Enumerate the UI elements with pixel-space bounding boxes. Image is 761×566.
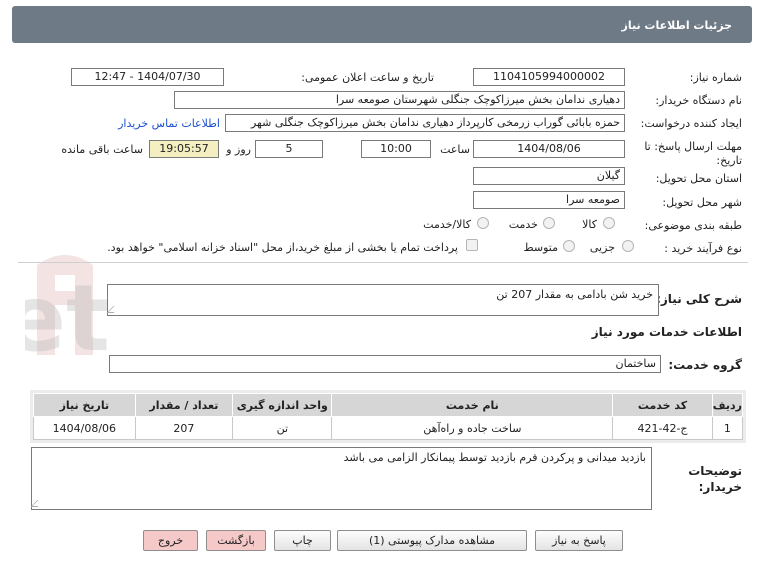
buyer-org-field[interactable]: دهیاری ندامان بخش میرزاکوچک جنگلی شهرستا… (174, 91, 625, 109)
service-group-field[interactable]: ساختمان (109, 355, 661, 373)
buyer-org-label: نام دستگاه خریدار: (655, 94, 742, 107)
remaining-time-label: ساعت باقی مانده (61, 143, 143, 156)
contact-info-link[interactable]: اطلاعات تماس خریدار (118, 117, 220, 130)
summary-textarea[interactable]: خرید شن بادامی به مقدار 207 تن (106, 284, 659, 316)
category-goods-label: کالا (582, 218, 597, 231)
buyer-notes-label-2: خریدار: (698, 480, 742, 494)
exit-button[interactable]: خروج (143, 530, 198, 551)
purchase-medium-label: متوسط (523, 241, 558, 254)
category-goods-service-label: کالا/خدمت (423, 218, 471, 231)
creator-field[interactable]: حمزه بابائی گوراب زرمخی کارپرداز دهیاری … (225, 114, 625, 132)
service-group-label: گروه خدمت: (668, 358, 742, 372)
treasury-payment-note: پرداخت تمام یا بخشی از مبلغ خرید،از محل … (107, 241, 458, 254)
purchase-medium-radio[interactable] (563, 240, 575, 252)
col-quantity: تعداد / مقدار (134, 393, 234, 417)
days-field[interactable]: 5 (255, 140, 323, 158)
category-goods-radio[interactable] (603, 217, 615, 229)
need-number-field[interactable]: 1104105994000002 (473, 68, 625, 86)
buyer-notes-text: بازدید میدانی و پرکردن فرم بازدید توسط پ… (343, 451, 646, 464)
province-label: استان محل تحویل: (655, 172, 742, 185)
province-field[interactable]: گیلان (473, 167, 625, 185)
announce-date-field[interactable]: 1404/07/30 - 12:47 (71, 68, 224, 86)
days-label: روز و (226, 143, 251, 156)
purchase-minor-label: جزیی (589, 241, 615, 254)
table-row: 1 ج-42-421 ساخت جاده و راه‌آهن تن 207 14… (33, 416, 744, 440)
summary-text: خرید شن بادامی به مقدار 207 تن (496, 288, 653, 301)
col-row-number: ردیف (711, 393, 744, 417)
remaining-time-field: 19:05:57 (149, 140, 219, 158)
reply-button[interactable]: پاسخ به نیاز (535, 530, 623, 551)
summary-label: شرح کلی نیاز: (656, 292, 742, 306)
buyer-notes-label-1: توضیحات (688, 464, 742, 478)
city-field[interactable]: صومعه سرا (473, 191, 625, 209)
items-table: ردیف کد خدمت نام خدمت واحد اندازه گیری ت… (33, 393, 744, 440)
need-number-label: شماره نیاز: (689, 71, 742, 84)
cell-service-code: ج-42-421 (612, 416, 713, 440)
table-header-row: ردیف کد خدمت نام خدمت واحد اندازه گیری ت… (33, 393, 744, 417)
purchase-minor-radio[interactable] (622, 240, 634, 252)
treasury-payment-checkbox[interactable] (466, 239, 478, 251)
print-button[interactable]: چاپ (274, 530, 331, 551)
col-unit: واحد اندازه گیری (232, 393, 333, 417)
category-service-radio[interactable] (543, 217, 555, 229)
view-attachments-button[interactable]: مشاهده مدارک پیوستی (1) (337, 530, 527, 551)
deadline-time-label: ساعت (440, 143, 470, 156)
deadline-time-field[interactable]: 10:00 (361, 140, 431, 158)
deadline-date-field[interactable]: 1404/08/06 (473, 140, 625, 158)
page-title: جزئیات اطلاعات نیاز (621, 19, 733, 32)
col-service-name: نام خدمت (331, 393, 614, 417)
col-need-date: تاریخ نیاز (33, 393, 136, 417)
header-panel: جزئیات اطلاعات نیاز (12, 6, 752, 43)
category-service-label: خدمت (508, 218, 538, 231)
purchase-type-label: نوع فرآیند خرید : (664, 242, 742, 255)
col-service-code: کد خدمت (612, 393, 713, 417)
cell-row-number: 1 (711, 416, 744, 440)
city-label: شهر محل تحویل: (662, 196, 742, 209)
deadline-label: مهلت ارسال پاسخ: تا تاریخ: (644, 140, 742, 167)
buyer-notes-textarea[interactable]: بازدید میدانی و پرکردن فرم بازدید توسط پ… (30, 447, 652, 510)
cell-unit: تن (232, 416, 333, 440)
resize-grip-icon[interactable] (106, 306, 121, 313)
cell-need-date: 1404/08/06 (33, 416, 136, 440)
services-section-title: اطلاعات خدمات مورد نیاز (591, 325, 742, 339)
cell-quantity: 207 (134, 416, 234, 440)
section-divider (18, 262, 748, 263)
resize-grip-icon[interactable] (30, 500, 45, 507)
category-goods-service-radio[interactable] (477, 217, 489, 229)
category-label: طبقه بندی موضوعی: (644, 219, 742, 232)
back-button[interactable]: بازگشت (206, 530, 266, 551)
watermark-text: AriaTender.net (25, 265, 110, 372)
creator-label: ایجاد کننده درخواست: (640, 117, 742, 130)
cell-service-name: ساخت جاده و راه‌آهن (331, 416, 614, 440)
announce-date-label: تاریخ و ساعت اعلان عمومی: (301, 71, 434, 84)
